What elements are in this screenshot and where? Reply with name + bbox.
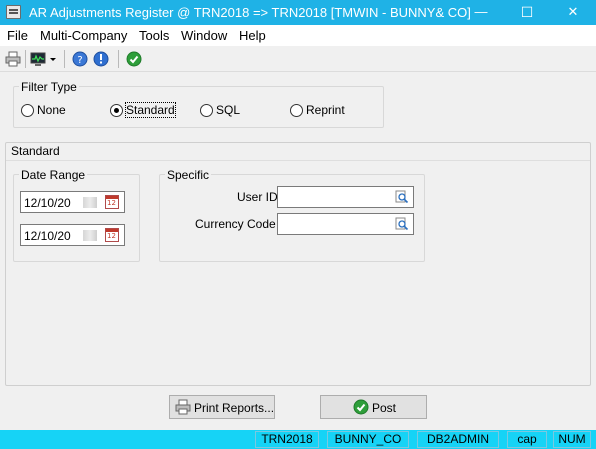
- printer-icon: [175, 399, 191, 415]
- toolbar-separator: [25, 50, 26, 68]
- user-id-label: User ID: [237, 190, 278, 204]
- radio-standard-label[interactable]: Standard: [125, 102, 176, 118]
- menu-help[interactable]: Help: [239, 28, 266, 43]
- currency-code-label: Currency Code: [195, 217, 276, 231]
- standard-divider: [6, 160, 590, 161]
- maximize-button[interactable]: ☐: [504, 0, 550, 25]
- window-title: AR Adjustments Register @ TRN2018 => TRN…: [29, 5, 471, 20]
- radio-reprint-indicator[interactable]: [290, 104, 303, 117]
- status-num: NUM: [553, 431, 591, 448]
- calendar-icon[interactable]: [105, 228, 119, 242]
- dropdown-arrow-icon[interactable]: [48, 51, 58, 67]
- printer-icon[interactable]: [5, 51, 21, 67]
- radio-none-indicator[interactable]: [21, 104, 34, 117]
- date-from-value: 12/10/20: [24, 196, 71, 210]
- status-company-db: TRN2018: [255, 431, 319, 448]
- radio-sql-label[interactable]: SQL: [216, 103, 240, 117]
- lookup-icon[interactable]: [395, 190, 409, 204]
- radio-none-label[interactable]: None: [37, 103, 66, 117]
- radio-sql-indicator[interactable]: [200, 104, 213, 117]
- date-to-value: 12/10/20: [24, 229, 71, 243]
- menu-bar: File Multi-Company Tools Window Help: [0, 25, 596, 46]
- menu-window[interactable]: Window: [181, 28, 227, 43]
- status-company-code: BUNNY_CO: [327, 431, 409, 448]
- print-reports-label: Print Reports...: [194, 401, 275, 415]
- minimize-button[interactable]: —: [458, 0, 504, 25]
- status-caps: cap: [507, 431, 547, 448]
- radio-standard-indicator[interactable]: [110, 104, 123, 117]
- date-to-field[interactable]: 12/10/20: [20, 224, 125, 246]
- date-range-label: Date Range: [19, 168, 88, 182]
- date-to-redacted: [83, 230, 97, 241]
- menu-multi-company[interactable]: Multi-Company: [40, 28, 127, 43]
- standard-label: Standard: [11, 144, 60, 158]
- status-bar: TRN2018 BUNNY_CO DB2ADMIN cap NUM: [0, 430, 596, 449]
- currency-code-field[interactable]: [277, 213, 414, 235]
- menu-file[interactable]: File: [7, 28, 28, 43]
- toolbar-separator: [64, 50, 65, 68]
- calendar-icon[interactable]: [105, 195, 119, 209]
- help-icon[interactable]: ?: [72, 51, 88, 67]
- menu-tools[interactable]: Tools: [139, 28, 169, 43]
- status-user: DB2ADMIN: [417, 431, 499, 448]
- toolbar: ?: [0, 46, 596, 72]
- date-from-field[interactable]: 12/10/20: [20, 191, 125, 213]
- app-icon[interactable]: [6, 5, 21, 19]
- user-id-field[interactable]: [277, 186, 414, 208]
- radio-reprint-label[interactable]: Reprint: [306, 103, 345, 117]
- checkmark-icon[interactable]: [126, 51, 142, 67]
- monitor-icon[interactable]: [30, 51, 46, 67]
- date-from-redacted: [83, 197, 97, 208]
- info-icon[interactable]: [93, 51, 109, 67]
- post-label: Post: [372, 401, 397, 415]
- toolbar-separator: [118, 50, 119, 68]
- lookup-icon[interactable]: [395, 217, 409, 231]
- title-bar[interactable]: AR Adjustments Register @ TRN2018 => TRN…: [0, 0, 596, 25]
- print-reports-button[interactable]: Print Reports...: [169, 395, 275, 419]
- close-button[interactable]: ✕: [550, 0, 596, 25]
- specific-label: Specific: [165, 168, 212, 182]
- date-range-group: [13, 174, 140, 262]
- svg-text:?: ?: [77, 55, 82, 66]
- post-button[interactable]: Post: [320, 395, 427, 419]
- checkmark-icon: [353, 399, 369, 415]
- filter-type-label: Filter Type: [19, 80, 79, 94]
